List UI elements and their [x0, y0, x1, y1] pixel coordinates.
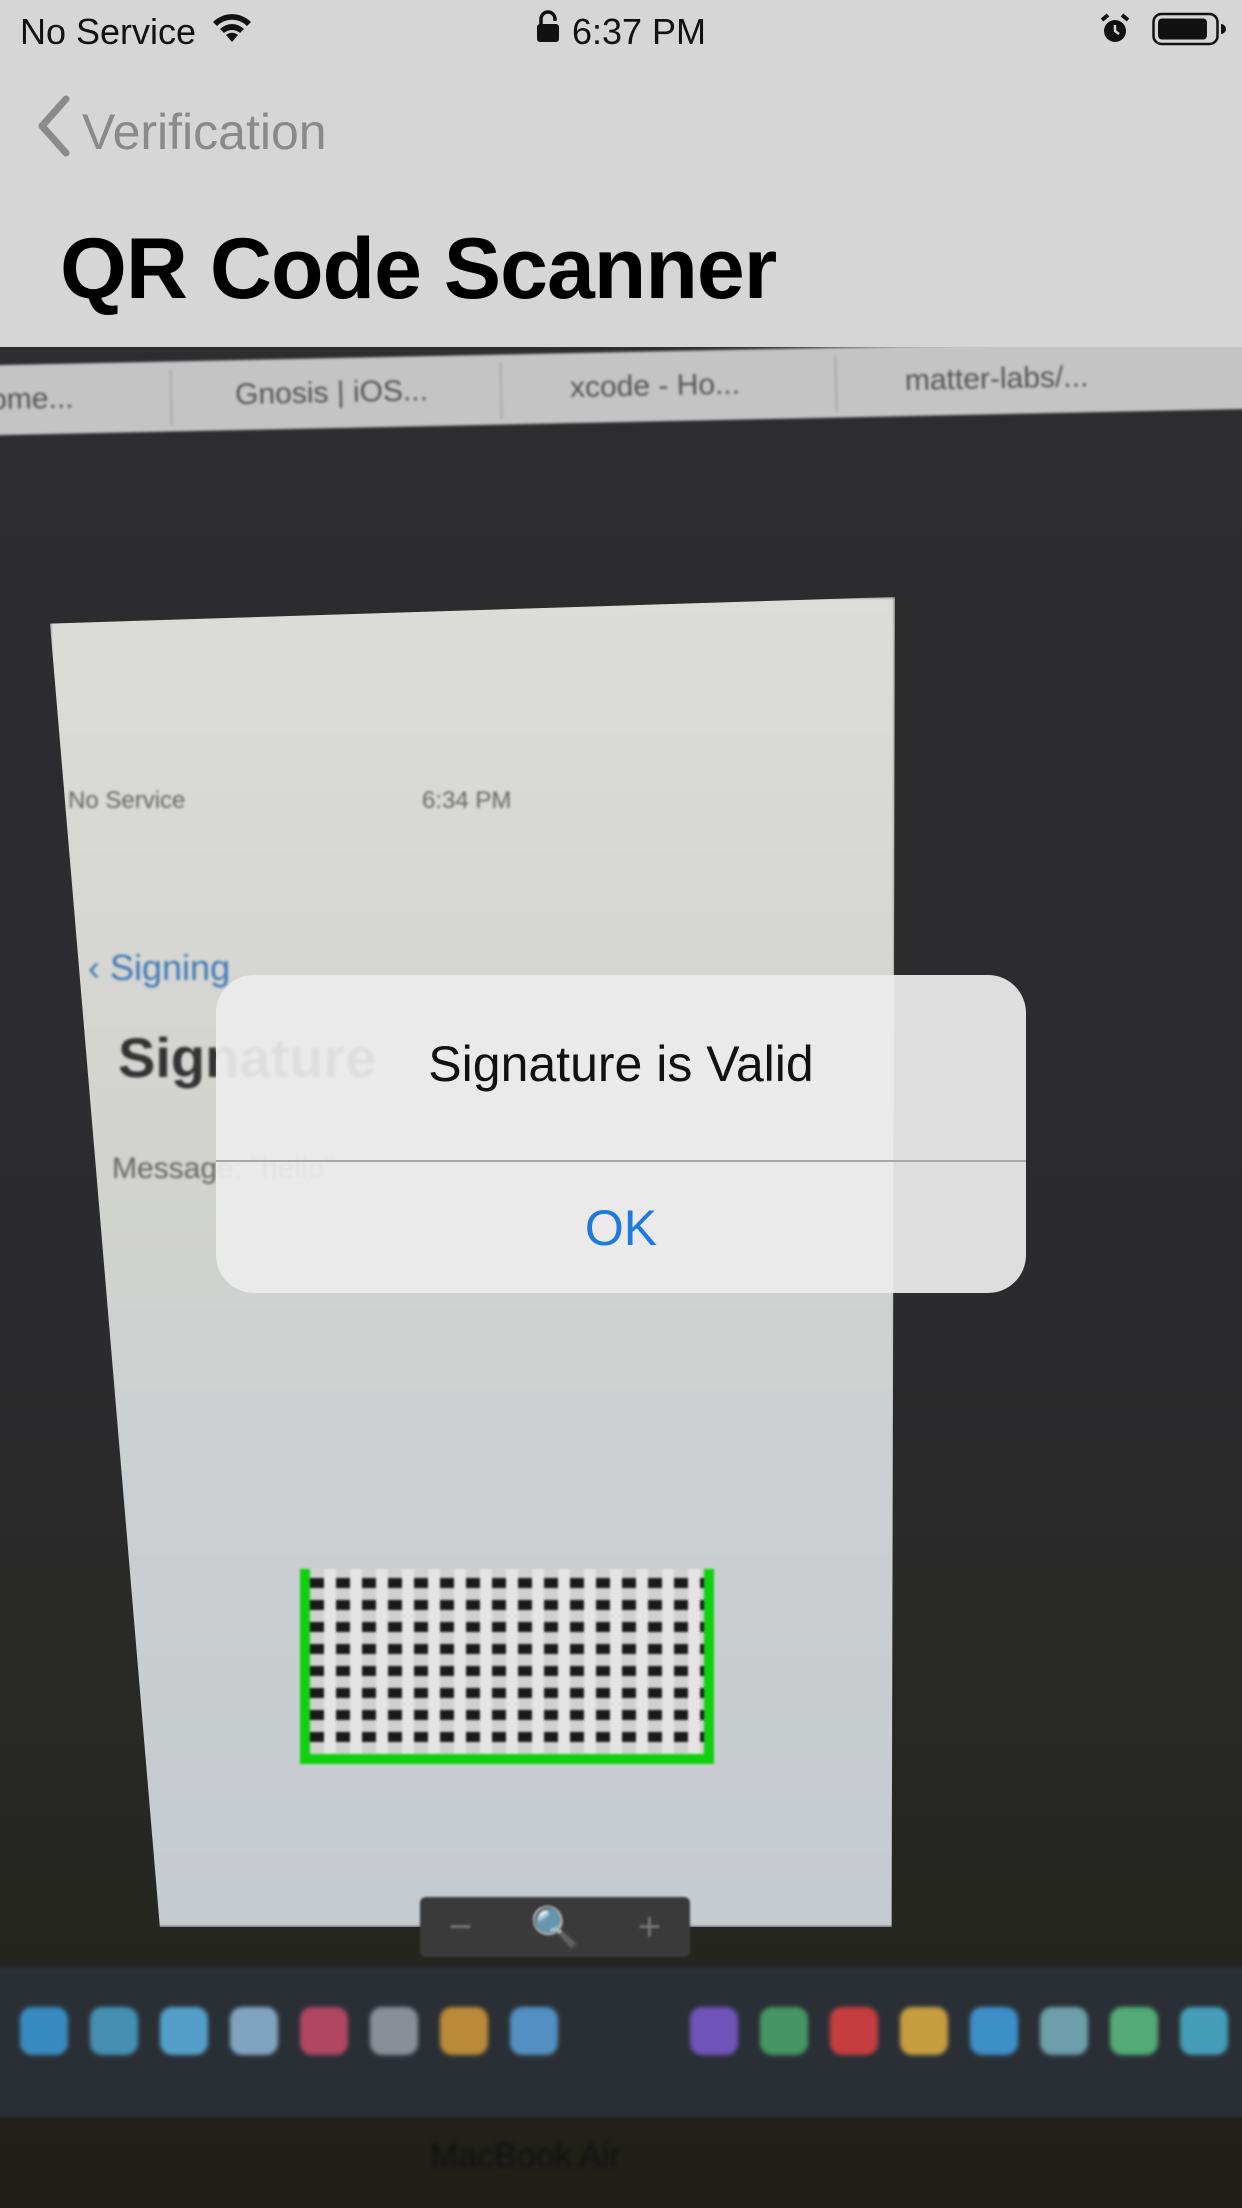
phone-back-label: ‹ Signing — [88, 947, 231, 988]
back-button[interactable]: Verification — [34, 95, 327, 169]
zoom-in-icon: + — [637, 1904, 662, 1949]
battery-icon — [1152, 12, 1228, 55]
page-title: QR Code Scanner — [60, 221, 777, 317]
browser-tab: matter-labs/... — [904, 360, 1089, 398]
browser-tab: xcode - Ho... — [569, 367, 741, 405]
ok-button[interactable]: OK — [216, 1162, 1026, 1293]
status-bar: No Service 6:37 PM — [0, 0, 1242, 60]
browser-tab: Gnosis | iOS... — [234, 374, 429, 412]
phone-carrier: No Service — [68, 787, 186, 814]
alert-dialog: Signature is Valid OK — [216, 975, 1026, 1293]
navigation-bar: Verification QR Code Scanner — [0, 60, 1242, 347]
time-label: 6:37 PM — [571, 10, 707, 52]
zoom-out-icon: − — [448, 1904, 473, 1949]
laptop-label: MacBook Air — [430, 2137, 621, 2175]
zoom-controls: − 🔍 + — [420, 1897, 690, 1957]
back-button-label: Verification — [82, 104, 327, 160]
alarm-icon — [1098, 12, 1132, 55]
qr-detection-frame — [300, 1569, 714, 1764]
chevron-left-icon — [34, 95, 74, 169]
zoom-icon: 🔍 — [530, 1905, 580, 1950]
status-center: 6:37 PM — [0, 10, 1242, 53]
laptop-dock — [0, 1967, 1242, 2117]
alert-title: Signature is Valid — [428, 1036, 814, 1092]
phone-time: 6:34 PM — [422, 787, 512, 814]
browser-tab-strip: ome... Gnosis | iOS... xcode - Ho... mat… — [0, 347, 1242, 436]
browser-tab: ome... — [0, 381, 74, 417]
lock-icon — [536, 10, 560, 53]
status-right — [1098, 12, 1228, 55]
